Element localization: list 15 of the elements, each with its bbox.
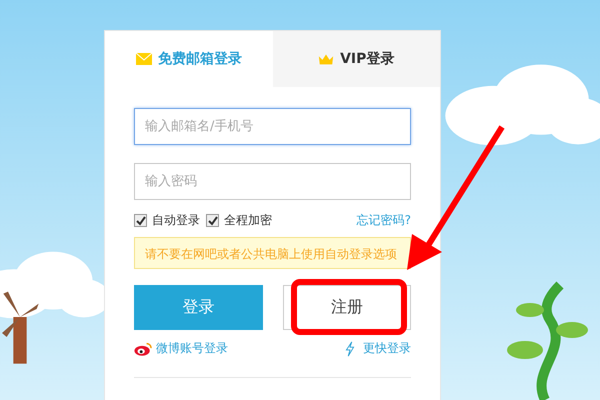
envelope-icon: [136, 53, 152, 65]
login-button[interactable]: 登录: [134, 285, 262, 330]
warning-notice: 请不要在网吧或者公共电脑上使用自动登录选项: [134, 237, 411, 269]
weibo-login-link[interactable]: 微博账号登录: [134, 340, 228, 357]
checkbox-label: 自动登录: [152, 212, 200, 229]
weibo-icon: [134, 340, 152, 356]
checkbox[interactable]: [134, 214, 147, 227]
checkbox[interactable]: [206, 214, 219, 227]
forgot-password-link[interactable]: 忘记密码?: [356, 212, 411, 229]
login-tab[interactable]: VIP登录: [272, 31, 440, 87]
checkbox-label: 全程加密: [224, 212, 272, 229]
email-input[interactable]: 输入邮箱名/手机号: [134, 108, 411, 145]
password-input[interactable]: 输入密码: [134, 163, 411, 200]
quick-login-link[interactable]: 更快登录: [341, 340, 411, 357]
crown-icon: [318, 53, 334, 65]
